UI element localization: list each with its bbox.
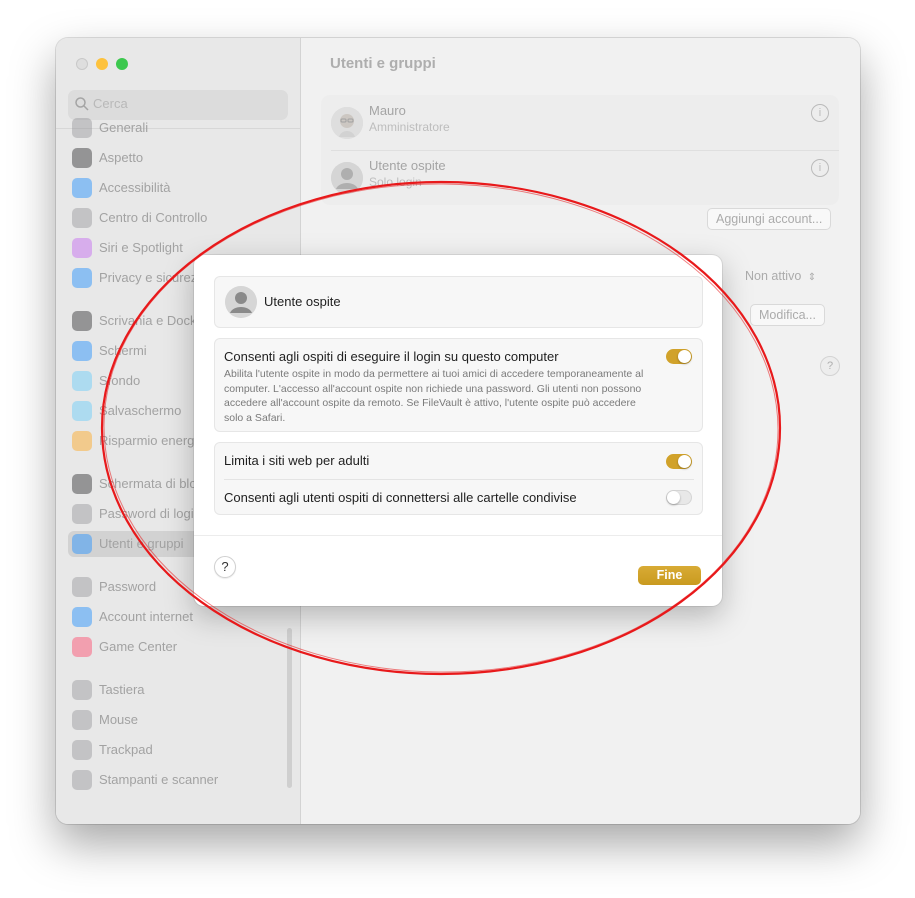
allow-guest-description: Abilita l'utente ospite in modo da perme… [224, 368, 644, 424]
toggle-knob [678, 455, 691, 468]
guest-avatar [225, 286, 257, 318]
divider [224, 479, 694, 480]
person-icon [225, 286, 257, 318]
shared-folders-label: Consenti agli utenti ospiti di connetter… [224, 490, 577, 505]
allow-guest-toggle[interactable] [666, 349, 692, 364]
guest-header-box: Utente ospite [214, 276, 703, 328]
guest-name: Utente ospite [264, 294, 341, 309]
guest-options-box: Limita i siti web per adulti Consenti ag… [214, 442, 703, 515]
help-button[interactable]: ? [214, 556, 236, 578]
allow-guest-box: Consenti agli ospiti di eseguire il logi… [214, 338, 703, 432]
limit-adult-label: Limita i siti web per adulti [224, 453, 370, 468]
toggle-knob [678, 350, 691, 363]
guest-user-dialog: Utente ospite Consenti agli ospiti di es… [194, 255, 722, 606]
toggle-knob [667, 491, 680, 504]
shared-folders-toggle[interactable] [666, 490, 692, 505]
done-button[interactable]: Fine [638, 566, 701, 585]
limit-adult-toggle[interactable] [666, 454, 692, 469]
dialog-divider [194, 535, 722, 536]
allow-guest-label: Consenti agli ospiti di eseguire il logi… [224, 349, 559, 364]
